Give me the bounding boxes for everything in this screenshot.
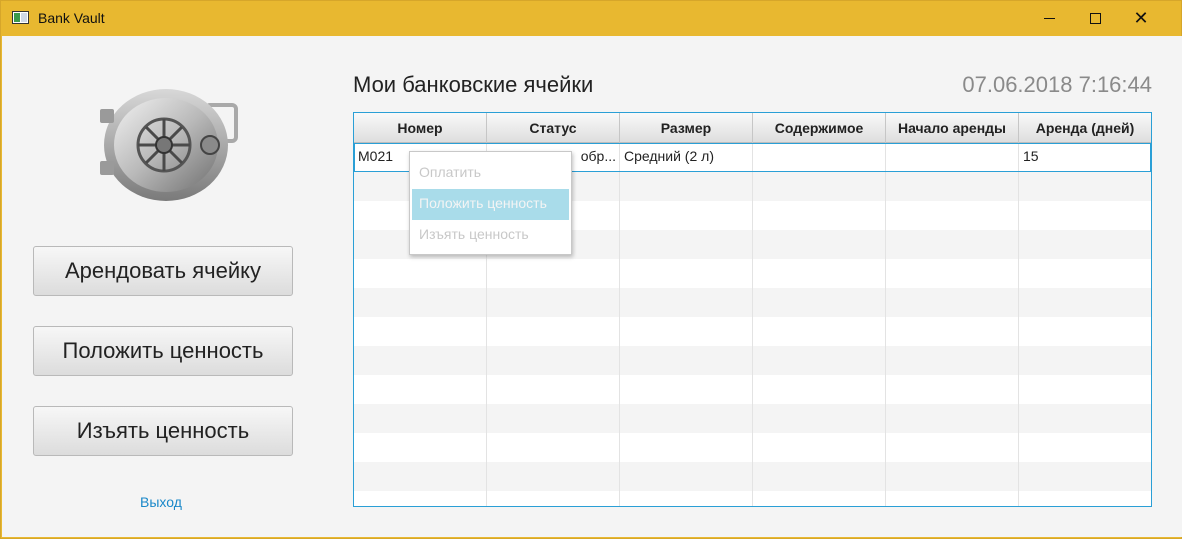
close-icon: ✕	[1133, 8, 1149, 28]
cell-size: Средний (2 л)	[620, 143, 753, 172]
column-header-contents[interactable]: Содержимое	[753, 113, 886, 143]
bank-vault-icon	[100, 89, 238, 201]
empty-row	[354, 433, 1151, 462]
client-area: Арендовать ячейку Положить ценность Изъя…	[2, 36, 1182, 537]
empty-row	[354, 375, 1151, 404]
empty-row	[354, 491, 1151, 506]
menu-item-withdraw[interactable]: Изъять ценность	[412, 220, 569, 251]
cell-rent-start	[886, 143, 1019, 172]
page-title: Мои банковские ячейки	[353, 72, 594, 97]
column-header-status[interactable]: Статус	[487, 113, 620, 143]
cell-rent-days: 15	[1023, 148, 1039, 164]
minimize-icon	[1043, 18, 1055, 19]
maximize-icon	[1089, 13, 1101, 24]
menu-item-pay[interactable]: Оплатить	[412, 158, 569, 189]
title-bar[interactable]: Bank Vault ✕	[1, 1, 1181, 36]
menu-item-deposit[interactable]: Положить ценность	[412, 189, 569, 220]
close-button[interactable]: ✕	[1118, 1, 1164, 36]
empty-row	[354, 346, 1151, 375]
app-icon	[12, 11, 29, 24]
empty-row	[354, 259, 1151, 288]
rent-cell-button[interactable]: Арендовать ячейку	[33, 246, 293, 296]
empty-row	[354, 317, 1151, 346]
exit-link[interactable]: Выход	[140, 494, 182, 510]
empty-row	[354, 462, 1151, 491]
context-menu: Оплатить Положить ценность Изъять ценнос…	[409, 151, 572, 255]
empty-row	[354, 404, 1151, 433]
window-title: Bank Vault	[38, 10, 105, 26]
column-header-size[interactable]: Размер	[620, 113, 753, 143]
deposit-valuable-button[interactable]: Положить ценность	[33, 326, 293, 376]
withdraw-valuable-button[interactable]: Изъять ценность	[33, 406, 293, 456]
empty-row	[354, 288, 1151, 317]
table-header: Номер Статус Размер Содержимое Начало ар…	[354, 113, 1151, 143]
column-header-rent-days[interactable]: Аренда (дней)	[1019, 113, 1151, 143]
maximize-button[interactable]	[1072, 1, 1118, 36]
datetime-display: 07.06.2018 7:16:44	[962, 72, 1152, 97]
app-window: Bank Vault ✕ Арендовать ячейку Положить …	[0, 0, 1182, 539]
minimize-button[interactable]	[1026, 1, 1072, 36]
cell-contents	[753, 143, 886, 172]
column-header-rent-start[interactable]: Начало аренды	[886, 113, 1019, 143]
column-header-number[interactable]: Номер	[354, 113, 487, 143]
